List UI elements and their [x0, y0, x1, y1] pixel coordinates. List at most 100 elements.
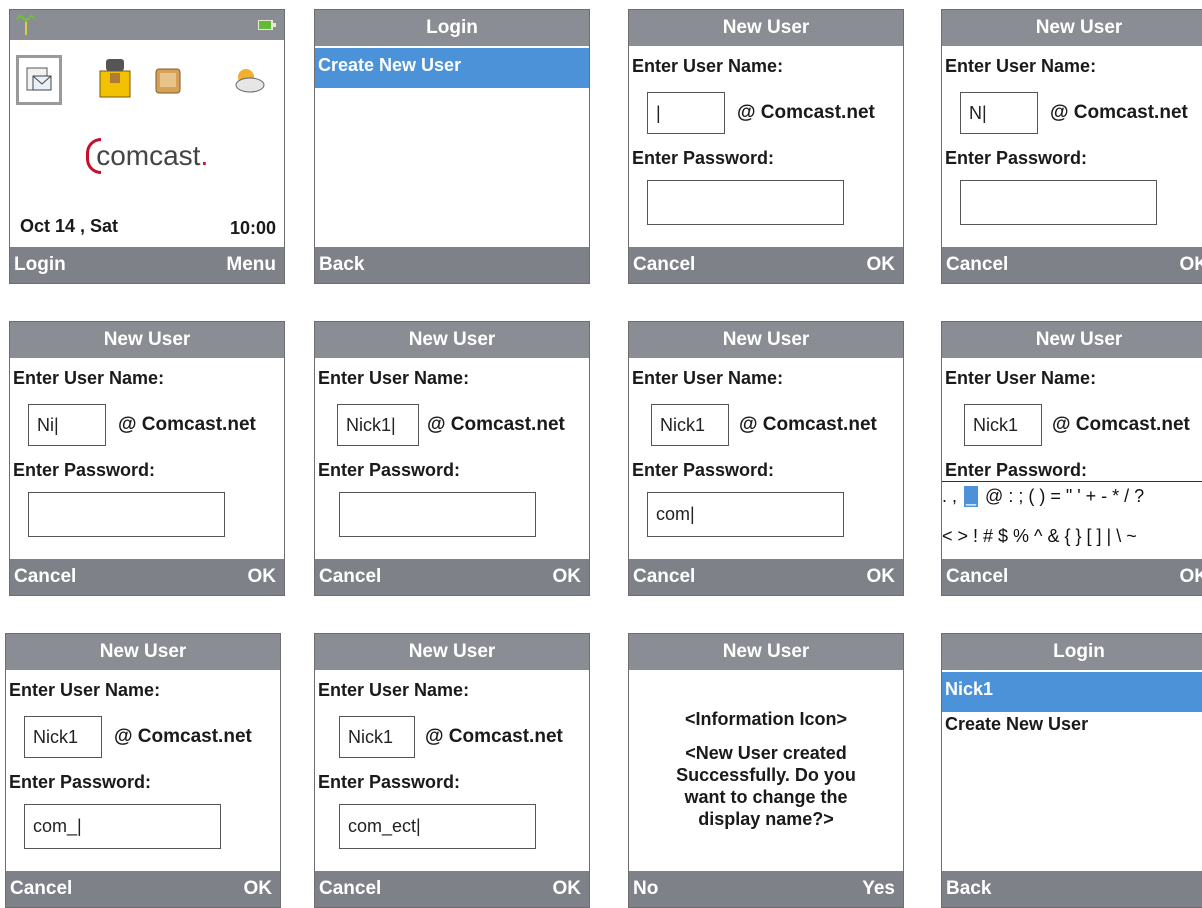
create-new-user-item[interactable]: Create New User — [945, 714, 1088, 735]
symbol-row-2: < > ! # $ % ^ & { } [ ] | \ ~ — [942, 526, 1137, 547]
username-input[interactable]: Ni| — [28, 404, 106, 446]
softkey-bar: Cancel OK — [6, 871, 280, 907]
username-input[interactable]: Nick1 — [651, 404, 729, 446]
username-label: Enter User Name: — [945, 368, 1096, 389]
password-input[interactable]: com_| — [24, 804, 221, 849]
username-label: Enter User Name: — [9, 680, 160, 701]
user-list-item-selected[interactable]: Nick1 — [942, 672, 1202, 712]
information-icon-placeholder: <Information Icon> — [629, 708, 903, 730]
screen-title: New User — [10, 322, 284, 358]
yes-softkey[interactable]: Yes — [862, 878, 895, 900]
confirmation-screen: New User <Information Icon> <New User cr… — [628, 633, 904, 908]
comcast-logo: comcast. — [10, 138, 284, 174]
new-user-screen: New User Enter User Name: Nick1 @ Comcas… — [628, 321, 904, 596]
battery-icon — [258, 19, 276, 31]
username-input[interactable]: Nick1 — [24, 716, 102, 758]
login-screen: Login Nick1 Create New User Back — [941, 633, 1202, 908]
username-input[interactable]: Nick1 — [339, 716, 415, 758]
no-softkey[interactable]: No — [633, 878, 658, 900]
password-input[interactable] — [339, 492, 536, 537]
password-label: Enter Password: — [632, 148, 774, 169]
domain-suffix: @ Comcast.net — [737, 102, 875, 124]
login-softkey[interactable]: Login — [14, 254, 66, 276]
logo-text: comcast — [96, 140, 200, 171]
message-line-3: want to change the — [629, 786, 903, 808]
username-input[interactable]: Nick1 — [964, 404, 1042, 446]
screen-title: New User — [315, 634, 589, 670]
symbol-keys-row2[interactable]: < > ! # $ % ^ & { } [ ] | \ ~ — [942, 526, 1137, 546]
password-input[interactable] — [960, 180, 1157, 225]
symbol-keys-row1[interactable]: @ : ; ( ) = " ' + - * / ? — [985, 486, 1144, 506]
screen-title: New User — [6, 634, 280, 670]
ok-softkey[interactable]: OK — [244, 878, 273, 900]
ok-softkey[interactable]: OK — [248, 566, 277, 588]
username-label: Enter User Name: — [632, 368, 783, 389]
ok-softkey[interactable]: OK — [1180, 254, 1202, 276]
password-input[interactable]: com| — [647, 492, 844, 537]
cancel-softkey[interactable]: Cancel — [319, 566, 381, 588]
selected-app-frame[interactable] — [16, 55, 62, 105]
login-screen: Login Create New User Back — [314, 9, 590, 284]
screen-title: New User — [942, 10, 1202, 46]
cancel-softkey[interactable]: Cancel — [10, 878, 72, 900]
screen-title: New User — [629, 634, 903, 670]
weather-icon[interactable] — [228, 65, 268, 95]
new-user-screen: New User Enter User Name: Nick1 @ Comcas… — [5, 633, 281, 908]
screen-title: New User — [629, 322, 903, 358]
password-label: Enter Password: — [945, 148, 1087, 169]
cancel-softkey[interactable]: Cancel — [319, 878, 381, 900]
password-input[interactable]: com_ect| — [339, 804, 536, 849]
softkey-bar: No Yes — [629, 871, 903, 907]
password-label: Enter Password: — [318, 772, 460, 793]
username-label: Enter User Name: — [13, 368, 164, 389]
symbol-selected[interactable]: _ — [964, 486, 978, 507]
domain-suffix: @ Comcast.net — [425, 726, 563, 748]
softkey-bar: Back — [942, 871, 1202, 907]
domain-suffix: @ Comcast.net — [1052, 414, 1190, 436]
back-softkey[interactable]: Back — [319, 254, 364, 276]
domain-suffix: @ Comcast.net — [1050, 102, 1188, 124]
domain-suffix: @ Comcast.net — [427, 414, 565, 436]
notes-icon[interactable] — [152, 65, 184, 97]
softkey-bar: Cancel OK — [629, 559, 903, 595]
username-input[interactable]: Nick1| — [337, 404, 419, 446]
ok-softkey[interactable]: OK — [553, 878, 582, 900]
screen-title: New User — [629, 10, 903, 46]
cancel-softkey[interactable]: Cancel — [633, 566, 695, 588]
create-new-user-item[interactable]: Create New User — [315, 48, 589, 88]
mail-icon — [25, 66, 53, 94]
ok-softkey[interactable]: OK — [1180, 566, 1202, 588]
username-label: Enter User Name: — [318, 368, 469, 389]
cancel-softkey[interactable]: Cancel — [633, 254, 695, 276]
softkey-bar: Back — [315, 247, 589, 283]
new-user-screen: New User Enter User Name: | @ Comcast.ne… — [628, 9, 904, 284]
menu-softkey[interactable]: Menu — [226, 254, 276, 276]
softkey-bar: Cancel OK — [10, 559, 284, 595]
cancel-softkey[interactable]: Cancel — [946, 566, 1008, 588]
message-line-2: Successfully. Do you — [629, 764, 903, 786]
screen-title: New User — [942, 322, 1202, 358]
symbol-keys-pre[interactable]: . , — [942, 486, 957, 506]
new-user-screen: New User Enter User Name: Nick1 @ Comcas… — [314, 633, 590, 908]
back-softkey[interactable]: Back — [946, 878, 991, 900]
ok-softkey[interactable]: OK — [553, 566, 582, 588]
phonebook-icon[interactable] — [96, 57, 134, 99]
password-input[interactable] — [28, 492, 225, 537]
username-label: Enter User Name: — [945, 56, 1096, 77]
cancel-softkey[interactable]: Cancel — [14, 566, 76, 588]
home-screen: comcast. Oct 14 , Sat 10:00 Login Menu — [9, 9, 285, 284]
screen-title: New User — [315, 322, 589, 358]
ok-softkey[interactable]: OK — [867, 566, 896, 588]
symbol-picker: . , _ @ : ; ( ) = " ' + - * / ? < > ! # … — [942, 481, 1202, 562]
domain-suffix: @ Comcast.net — [739, 414, 877, 436]
password-input[interactable] — [647, 180, 844, 225]
username-input[interactable]: | — [647, 92, 725, 134]
password-label: Enter Password: — [632, 460, 774, 481]
softkey-bar: Cancel OK — [629, 247, 903, 283]
password-label: Enter Password: — [945, 460, 1087, 481]
cancel-softkey[interactable]: Cancel — [946, 254, 1008, 276]
password-label: Enter Password: — [13, 460, 155, 481]
screen-title: Login — [942, 634, 1202, 670]
username-input[interactable]: N| — [960, 92, 1038, 134]
ok-softkey[interactable]: OK — [867, 254, 896, 276]
